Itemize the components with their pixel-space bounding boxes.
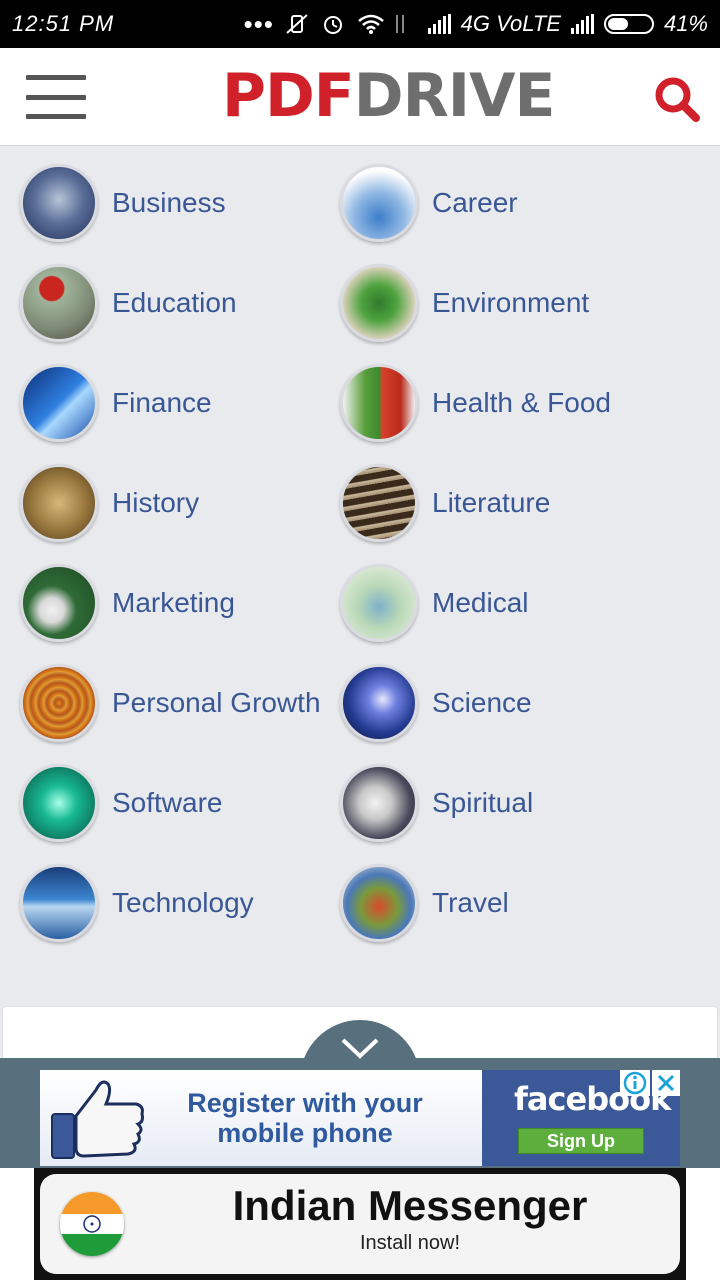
business-thumbnail xyxy=(20,164,98,242)
pdfdrive-logo[interactable]: PDFDRIVE xyxy=(222,61,556,131)
category-label: Medical xyxy=(432,587,529,618)
software-thumbnail xyxy=(20,764,98,842)
more-notifications-icon: ••• xyxy=(243,9,274,39)
search-icon[interactable] xyxy=(652,74,702,124)
technology-thumbnail xyxy=(20,864,98,942)
facebook-ad[interactable]: Register with your mobile phone facebook… xyxy=(40,1070,680,1166)
category-science[interactable]: Science xyxy=(340,658,660,748)
status-bar: 12:51 PM ••• 4G VoLTE 41% xyxy=(0,0,720,48)
close-icon[interactable] xyxy=(652,1070,680,1096)
sign-up-button[interactable]: Sign Up xyxy=(518,1128,644,1154)
category-spiritual[interactable]: Spiritual xyxy=(340,758,660,848)
literature-thumbnail xyxy=(340,464,418,542)
vibrate-icon xyxy=(284,13,310,35)
category-label: Spiritual xyxy=(432,787,534,818)
finance-thumbnail xyxy=(20,364,98,442)
category-travel[interactable]: Travel xyxy=(340,858,660,948)
battery-icon xyxy=(603,14,654,34)
wifi-icon xyxy=(356,13,384,35)
category-label: Marketing xyxy=(112,587,235,618)
spiritual-thumbnail xyxy=(340,764,418,842)
category-label: Finance xyxy=(112,387,212,418)
network-type: 4G VoLTE xyxy=(460,11,561,36)
category-health-food[interactable]: Health & Food xyxy=(340,358,660,448)
category-label: Health & Food xyxy=(432,387,611,418)
hamburger-menu-icon[interactable] xyxy=(26,75,86,119)
info-icon[interactable] xyxy=(620,1070,650,1096)
category-career[interactable]: Career xyxy=(340,158,660,248)
logo-drive: DRIVE xyxy=(353,61,556,131)
status-icons: ••• 4G VoLTE 41% xyxy=(243,11,708,37)
status-time: 12:51 PM xyxy=(12,11,115,36)
history-thumbnail xyxy=(20,464,98,542)
category-personal-growth[interactable]: Personal Growth xyxy=(20,658,340,748)
category-environment[interactable]: Environment xyxy=(340,258,660,348)
ad-right-panel: facebook Sign Up xyxy=(482,1070,680,1166)
ad-left-panel: Register with your mobile phone xyxy=(40,1070,482,1166)
alarm-icon xyxy=(320,13,346,35)
marketing-thumbnail xyxy=(20,564,98,642)
category-history[interactable]: History xyxy=(20,458,340,548)
banner-inner: Indian Messenger Install now! xyxy=(40,1174,680,1274)
ad-headline: Register with your mobile phone xyxy=(187,1088,423,1148)
category-label: Business xyxy=(112,187,226,218)
category-education[interactable]: Education xyxy=(20,258,340,348)
medical-thumbnail xyxy=(340,564,418,642)
thumbs-up-icon xyxy=(51,1080,144,1159)
category-label: Travel xyxy=(432,887,509,918)
banner-subtitle: Install now! xyxy=(359,1232,461,1254)
data-transfer-icon xyxy=(392,13,418,35)
category-label: Literature xyxy=(432,487,551,518)
category-label: Career xyxy=(432,187,518,218)
category-label: Education xyxy=(112,287,237,318)
indian-messenger-banner[interactable]: Indian Messenger Install now! xyxy=(34,1168,686,1280)
logo-pdf: PDF xyxy=(222,61,355,131)
personal-growth-thumbnail xyxy=(20,664,98,742)
health-food-thumbnail xyxy=(340,364,418,442)
app-header: PDFDRIVE xyxy=(0,48,720,146)
category-label: Software xyxy=(112,787,223,818)
category-label: Technology xyxy=(112,887,254,918)
category-technology[interactable]: Technology xyxy=(20,858,340,948)
category-medical[interactable]: Medical xyxy=(340,558,660,648)
category-finance[interactable]: Finance xyxy=(20,358,340,448)
signal-icon xyxy=(427,14,451,34)
category-software[interactable]: Software xyxy=(20,758,340,848)
travel-thumbnail xyxy=(340,864,418,942)
category-marketing[interactable]: Marketing xyxy=(20,558,340,648)
science-thumbnail xyxy=(340,664,418,742)
category-business[interactable]: Business xyxy=(20,158,340,248)
category-literature[interactable]: Literature xyxy=(340,458,660,548)
education-thumbnail xyxy=(20,264,98,342)
battery-percent: 41% xyxy=(663,11,708,36)
category-label: History xyxy=(112,487,200,518)
category-label: Personal Growth xyxy=(112,687,321,718)
category-label: Environment xyxy=(432,287,590,318)
banner-title: Indian Messenger xyxy=(232,1182,588,1229)
signal-icon-2 xyxy=(570,14,594,34)
category-label: Science xyxy=(432,687,532,718)
career-thumbnail xyxy=(340,164,418,242)
environment-thumbnail xyxy=(340,264,418,342)
